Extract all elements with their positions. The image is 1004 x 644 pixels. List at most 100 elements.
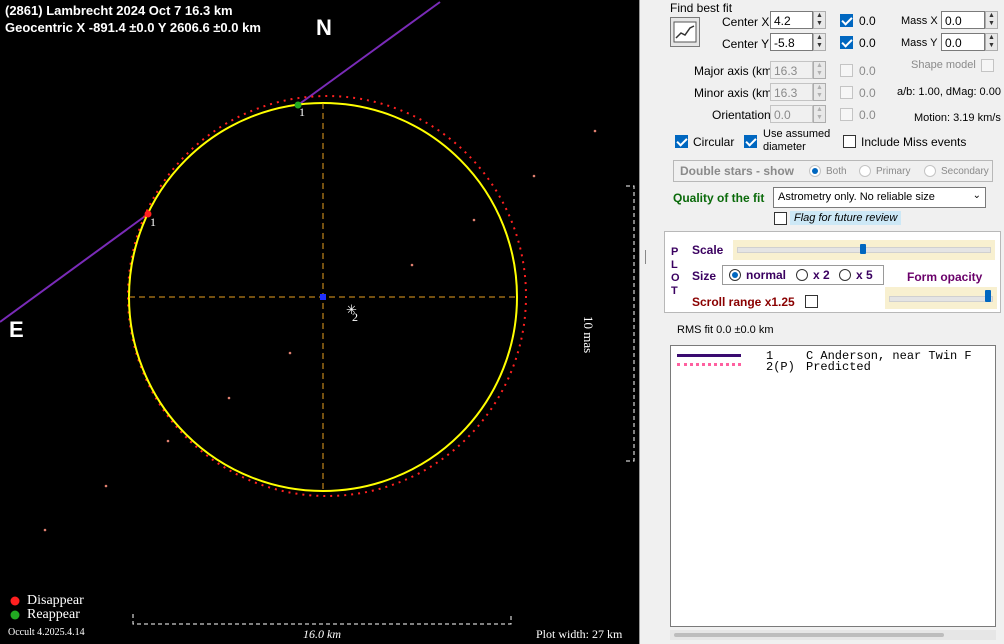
legend-row-2-index: 2(P) [766, 360, 795, 374]
legend-hscrollbar[interactable] [670, 630, 996, 640]
legend-row-2-text: Predicted [806, 360, 871, 374]
plot-title-line1: (2861) Lambrecht 2024 Oct 7 16.3 km [5, 3, 233, 18]
opacity-slider-thumb[interactable] [985, 290, 991, 302]
quality-value: Astrometry only. No reliable size [778, 191, 935, 203]
side-scale-label: 10 mas [581, 316, 596, 354]
east-label: E [9, 317, 24, 342]
shape-model-checkbox[interactable] [981, 59, 994, 72]
chord-marker-label-2: 1 [150, 215, 156, 229]
size-x2-label: x 2 [813, 268, 830, 282]
use-assumed-label: Use assumed [763, 128, 831, 140]
major-axis-input[interactable]: 16.3 [770, 61, 813, 79]
size-x5-radio[interactable] [839, 269, 851, 281]
center-x-checkbox[interactable] [840, 14, 853, 27]
center-x-spinner[interactable]: ▲ ▼ [813, 11, 826, 29]
plot-title-line2: Geocentric X -891.4 ±0.0 Y 2606.6 ±0.0 k… [5, 20, 261, 35]
minor-axis-input[interactable]: 16.3 [770, 83, 813, 101]
size-x5-label: x 5 [856, 268, 873, 282]
chevron-down-icon: ⌄ [972, 190, 981, 201]
opacity-slider[interactable] [885, 287, 997, 309]
double-primary-radio[interactable] [859, 165, 871, 177]
legend-line-observer [677, 354, 741, 357]
observer-legend-list[interactable]: 1 C Anderson, near Twin F 2(P) Predicted [670, 345, 996, 627]
legend-reappear-dot [10, 610, 20, 620]
version-label: Occult 4.2025.4.14 [8, 627, 85, 638]
size-normal-radio[interactable] [729, 269, 741, 281]
center-x-input[interactable]: 4.2 [770, 11, 813, 29]
mass-x-input[interactable]: 0.0 [941, 11, 985, 29]
mass-y-spinner[interactable]: ▲ ▼ [985, 33, 998, 51]
mass-x-spinner[interactable]: ▲ ▼ [985, 11, 998, 29]
major-axis-check-value: 0.0 [859, 64, 876, 78]
legend-line-predicted [677, 363, 741, 366]
flag-review-checkbox[interactable] [774, 212, 787, 225]
mass-y-input[interactable]: 0.0 [941, 33, 985, 51]
orientation-check-value: 0.0 [859, 108, 876, 122]
minor-axis-spinner[interactable]: ▲ ▼ [813, 83, 826, 101]
minor-axis-checkbox[interactable] [840, 86, 853, 99]
orientation-checkbox[interactable] [840, 108, 853, 121]
find-best-fit-label: Find best fit [670, 1, 733, 15]
center-x-label: Center X [722, 15, 770, 29]
orientation-input[interactable]: 0.0 [770, 105, 813, 123]
side-scale-bracket [626, 185, 635, 462]
center-y-checkbox[interactable] [840, 36, 853, 49]
scale-slider[interactable] [733, 240, 995, 260]
motion-text: Motion: 3.19 km/s [914, 112, 1001, 124]
scale-slider-thumb[interactable] [860, 244, 866, 254]
double-both-radio[interactable] [809, 165, 821, 177]
circular-checkbox[interactable] [675, 135, 688, 148]
occultation-plot: ✳ (2861) Lambrecht 2024 Oct 7 16.3 km Ge… [0, 0, 639, 644]
double-both-label: Both [826, 166, 847, 177]
major-axis-spinner[interactable]: ▲ ▼ [813, 61, 826, 79]
legend-disappear-dot [10, 596, 20, 606]
shape-model-label: Shape model [911, 59, 976, 71]
size-normal-label: normal [746, 268, 787, 282]
mass-x-label: Mass X [901, 15, 938, 27]
minor-axis-check-value: 0.0 [859, 86, 876, 100]
major-axis-checkbox[interactable] [840, 64, 853, 77]
include-miss-checkbox[interactable] [843, 135, 856, 148]
find-best-fit-button[interactable] [670, 17, 700, 47]
chord-line-1a [0, 213, 149, 323]
star-label: 2 [352, 310, 358, 324]
center-x-check-value: 0.0 [859, 14, 876, 28]
orientation-spinner[interactable]: ▲ ▼ [813, 105, 826, 123]
ab-dmag-text: a/b: 1.00, dMag: 0.00 [897, 86, 1001, 98]
scale-bar-label: 16.0 km [303, 627, 341, 641]
size-x2-radio[interactable] [796, 269, 808, 281]
double-stars-group: Double stars - show Both Primary Seconda… [673, 160, 993, 182]
size-label: Size [692, 269, 717, 283]
center-marker [320, 294, 326, 300]
use-assumed-checkbox[interactable] [744, 135, 757, 148]
quality-dropdown[interactable]: Astrometry only. No reliable size ⌄ [773, 187, 986, 208]
center-y-input[interactable]: -5.8 [770, 33, 813, 51]
center-y-label: Center Y [722, 37, 770, 51]
center-y-check-value: 0.0 [859, 36, 876, 50]
center-y-spinner[interactable]: ▲ ▼ [813, 33, 826, 51]
double-stars-label: Double stars - show [680, 164, 795, 178]
splitter-handle[interactable] [645, 250, 654, 264]
size-radio-group: normal x 2 x 5 [722, 265, 884, 285]
plot-canvas: ✳ [0, 1, 635, 625]
rms-fit-text: RMS fit 0.0 ±0.0 km [677, 324, 774, 336]
plot-vertical-label: PLOT [671, 246, 680, 297]
chord-marker-label: 1 [299, 105, 305, 119]
form-opacity-label: Form opacity [907, 270, 983, 284]
legend-hscrollbar-thumb[interactable] [674, 633, 944, 637]
double-secondary-radio[interactable] [924, 165, 936, 177]
quality-label: Quality of the fit [673, 191, 765, 205]
orientation-label: Orientation [712, 108, 771, 122]
major-axis-label: Major axis (km) [694, 64, 777, 78]
control-panel: Find best fit Center X 4.2 ▲ ▼ 0.0 Center… [639, 0, 1004, 644]
fit-chart-icon [673, 21, 697, 43]
minor-axis-label: Minor axis (km) [694, 86, 777, 100]
circular-label: Circular [693, 135, 735, 149]
plot-width-label: Plot width: 27 km [536, 627, 623, 641]
scale-bar [132, 614, 512, 625]
use-assumed-label-2: diameter [763, 141, 806, 153]
mass-y-label: Mass Y [901, 37, 938, 49]
include-miss-label: Include Miss events [861, 135, 967, 149]
scale-label: Scale [692, 243, 724, 257]
scroll-range-checkbox[interactable] [805, 295, 818, 308]
